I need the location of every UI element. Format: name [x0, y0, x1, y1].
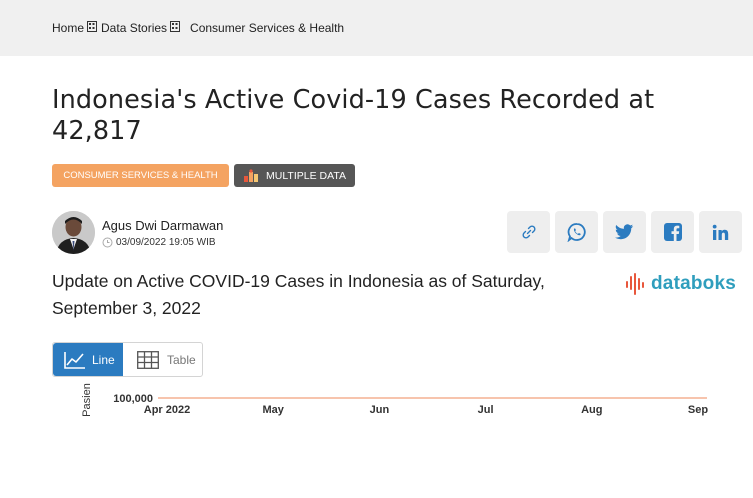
top-bar: Home Data Stories Consumer Services & He…	[0, 0, 753, 56]
clock-icon	[102, 237, 113, 248]
multiple-data-tag[interactable]: MULTIPLE DATA	[234, 164, 355, 187]
breadcrumb-current[interactable]: Consumer Services & Health	[190, 21, 344, 35]
page-title: Indonesia's Active Covid-19 Cases Record…	[52, 85, 655, 146]
breadcrumb-home[interactable]: Home	[52, 21, 84, 35]
table-view-button[interactable]: Table	[137, 343, 196, 376]
databoks-logo-text: databoks	[651, 272, 737, 294]
x-tick-label: May	[262, 404, 284, 416]
databoks-bars-icon	[626, 272, 644, 295]
line-chart: Pasien 100,000 Apr 2022 May Jun Jul Aug Sep	[81, 383, 709, 417]
x-tick-label: Jun	[370, 404, 390, 416]
x-tick-label: Aug	[581, 404, 602, 416]
share-linkedin-button[interactable]	[699, 211, 742, 253]
twitter-icon	[615, 224, 634, 240]
share-twitter-button[interactable]	[603, 211, 646, 253]
linkedin-icon	[712, 224, 729, 240]
line-chart-icon	[64, 351, 85, 369]
y-axis-title-text: Pasien	[81, 383, 93, 417]
whatsapp-icon	[566, 223, 586, 242]
chevron-right-icon	[87, 20, 98, 32]
copy-link-button[interactable]	[507, 211, 550, 253]
chevron-right-icon	[170, 20, 181, 32]
table-view-label: Table	[167, 352, 196, 367]
x-axis-ticks: Apr 2022 May Jun Jul Aug Sep	[144, 404, 709, 416]
facebook-icon	[663, 223, 682, 241]
chart-subtitle: Update on Active COVID-19 Cases in Indon…	[52, 271, 545, 318]
publish-date-text: 03/09/2022 19:05 WIB	[116, 237, 216, 248]
author-photo	[52, 211, 95, 254]
x-tick-label: Sep	[688, 404, 708, 416]
category-tag[interactable]: CONSUMER SERVICES & HEALTH	[52, 164, 229, 187]
share-whatsapp-button[interactable]	[555, 211, 598, 253]
breadcrumb-data-stories[interactable]: Data Stories	[101, 21, 167, 35]
multiple-data-label: MULTIPLE DATA	[266, 169, 346, 182]
link-icon	[521, 225, 536, 239]
publish-date: 03/09/2022 19:05 WIB	[102, 237, 216, 248]
line-view-label: Line	[92, 352, 115, 367]
x-tick-label: Apr 2022	[144, 404, 190, 416]
table-grid-icon	[137, 350, 159, 369]
breadcrumb: Home Data Stories Consumer Services & He…	[52, 20, 344, 35]
author-name[interactable]: Agus Dwi Darmawan	[102, 218, 223, 233]
line-view-button[interactable]: Line	[53, 343, 123, 376]
multiple-data-icon	[244, 168, 259, 182]
avatar[interactable]	[52, 211, 95, 254]
share-facebook-button[interactable]	[651, 211, 694, 253]
view-toggle: Line Table	[52, 342, 203, 377]
y-axis-title: Pasien	[81, 383, 93, 417]
databoks-logo[interactable]: databoks	[625, 270, 742, 297]
x-tick-label: Jul	[478, 404, 494, 416]
